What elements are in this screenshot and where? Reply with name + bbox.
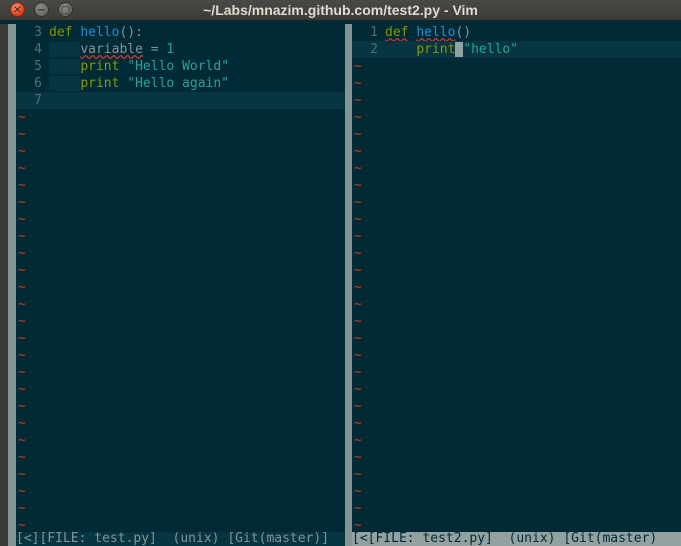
empty-line-tilde: ~ xyxy=(18,280,26,295)
empty-line-tilde: ~ xyxy=(354,127,362,142)
empty-line-tilde: ~ xyxy=(18,331,26,346)
code-token xyxy=(49,76,81,91)
empty-line-tilde: ~ xyxy=(18,229,26,244)
code-token xyxy=(49,59,81,74)
code-token xyxy=(49,42,81,57)
code-token: = xyxy=(142,42,167,57)
code-token: "Hello again" xyxy=(127,76,230,91)
empty-line-tilde: ~ xyxy=(18,501,26,516)
line-number: 3 xyxy=(34,25,42,40)
code-line[interactable]: 4 variable = 1 xyxy=(16,41,345,58)
code-line[interactable]: 2 print "hello" xyxy=(352,41,681,58)
empty-line-tilde: ~ xyxy=(18,195,26,210)
empty-line-tilde: ~ xyxy=(354,229,362,244)
empty-line-tilde: ~ xyxy=(18,382,26,397)
code-token: hello xyxy=(80,25,120,40)
window-titlebar: ✕ − □ ~/Labs/mnazim.github.com/test2.py … xyxy=(0,0,681,20)
code-line[interactable]: 3 def hello(): xyxy=(16,24,345,41)
empty-line-tilde: ~ xyxy=(18,246,26,261)
line-number: 5 xyxy=(34,59,42,74)
empty-line-tilde: ~ xyxy=(354,331,362,346)
empty-line-tilde: ~ xyxy=(354,212,362,227)
code-token: "Hello World" xyxy=(127,59,230,74)
empty-line-tilde: ~ xyxy=(354,348,362,363)
code-token: print xyxy=(416,42,456,57)
empty-line-tilde: ~ xyxy=(18,297,26,312)
empty-line-tilde: ~ xyxy=(354,195,362,210)
code-token: print xyxy=(80,59,120,74)
code-token: (): xyxy=(119,25,143,40)
code-token xyxy=(385,42,417,57)
line-number: 1 xyxy=(370,25,378,40)
empty-line-tilde: ~ xyxy=(354,501,362,516)
code-token: variable xyxy=(80,42,143,57)
code-token: "hello" xyxy=(463,42,519,57)
empty-line-tilde: ~ xyxy=(18,178,26,193)
empty-line-tilde: ~ xyxy=(18,518,26,532)
empty-line-tilde: ~ xyxy=(18,127,26,142)
empty-line-tilde: ~ xyxy=(354,59,362,74)
empty-line-tilde: ~ xyxy=(354,280,362,295)
empty-line-tilde: ~ xyxy=(354,433,362,448)
empty-line-tilde: ~ xyxy=(354,382,362,397)
empty-line-tilde: ~ xyxy=(18,144,26,159)
empty-line-tilde: ~ xyxy=(354,450,362,465)
empty-line-tilde: ~ xyxy=(18,416,26,431)
empty-line-tilde: ~ xyxy=(354,314,362,329)
right-split-pane[interactable]: 1 def hello() 2 print "hello" ~ ~ ~ ~ ~ ~ ~ ~ ~ ~ ~ ~ ~… xyxy=(352,24,681,532)
empty-line-tilde: ~ xyxy=(18,161,26,176)
code-line[interactable]: 6 print "Hello again" xyxy=(16,75,345,92)
empty-line-tilde: ~ xyxy=(354,93,362,108)
left-split-pane[interactable]: 3 def hello(): 4 variable = 15 print "Hell… xyxy=(16,24,345,532)
empty-line-tilde: ~ xyxy=(18,467,26,482)
empty-line-tilde: ~ xyxy=(18,450,26,465)
line-number: 2 xyxy=(370,42,378,57)
empty-line-tilde: ~ xyxy=(354,365,362,380)
right-statusline: [<[FILE: test2.py] (unix) [Git(master) xyxy=(352,532,681,546)
empty-line-tilde: ~ xyxy=(354,246,362,261)
empty-line-tilde: ~ xyxy=(354,178,362,193)
vim-editor[interactable]: 3 def hello(): 4 variable = 15 print "Hell… xyxy=(0,20,681,546)
empty-line-tilde: ~ xyxy=(18,212,26,227)
code-token: 1 xyxy=(166,42,175,57)
left-scroll-margin xyxy=(8,24,16,546)
vertical-split-separator[interactable] xyxy=(345,24,352,546)
code-token: def xyxy=(385,25,409,40)
empty-line-tilde: ~ xyxy=(18,399,26,414)
empty-line-tilde: ~ xyxy=(354,467,362,482)
empty-line-tilde: ~ xyxy=(354,110,362,125)
line-number: 4 xyxy=(34,42,42,57)
code-token: print xyxy=(80,76,120,91)
empty-line-tilde: ~ xyxy=(18,365,26,380)
window-left-border xyxy=(0,24,8,546)
empty-line-tilde: ~ xyxy=(354,76,362,91)
empty-line-tilde: ~ xyxy=(354,484,362,499)
code-token: def xyxy=(49,25,73,40)
left-statusline: [<][FILE: test.py] (unix) [Git(master)] xyxy=(16,532,345,546)
code-line[interactable]: 1 def hello() xyxy=(352,24,681,41)
empty-line-tilde: ~ xyxy=(354,297,362,312)
empty-line-tilde: ~ xyxy=(18,110,26,125)
line-number: 6 xyxy=(34,76,42,91)
empty-line-tilde: ~ xyxy=(18,433,26,448)
code-token: hello xyxy=(416,25,456,40)
empty-line-tilde: ~ xyxy=(354,161,362,176)
empty-line-tilde: ~ xyxy=(18,314,26,329)
empty-line-tilde: ~ xyxy=(18,484,26,499)
line-number: 7 xyxy=(34,93,42,108)
code-line[interactable]: 5 print "Hello World" xyxy=(16,58,345,75)
empty-line-tilde: ~ xyxy=(354,416,362,431)
empty-line-tilde: ~ xyxy=(18,263,26,278)
window-title: ~/Labs/mnazim.github.com/test2.py - Vim xyxy=(203,2,478,18)
code-token: () xyxy=(455,25,472,40)
code-line[interactable]: 7 xyxy=(16,92,345,109)
empty-line-tilde: ~ xyxy=(354,144,362,159)
empty-line-tilde: ~ xyxy=(354,263,362,278)
empty-line-tilde: ~ xyxy=(354,518,362,532)
empty-line-tilde: ~ xyxy=(354,399,362,414)
empty-line-tilde: ~ xyxy=(18,348,26,363)
